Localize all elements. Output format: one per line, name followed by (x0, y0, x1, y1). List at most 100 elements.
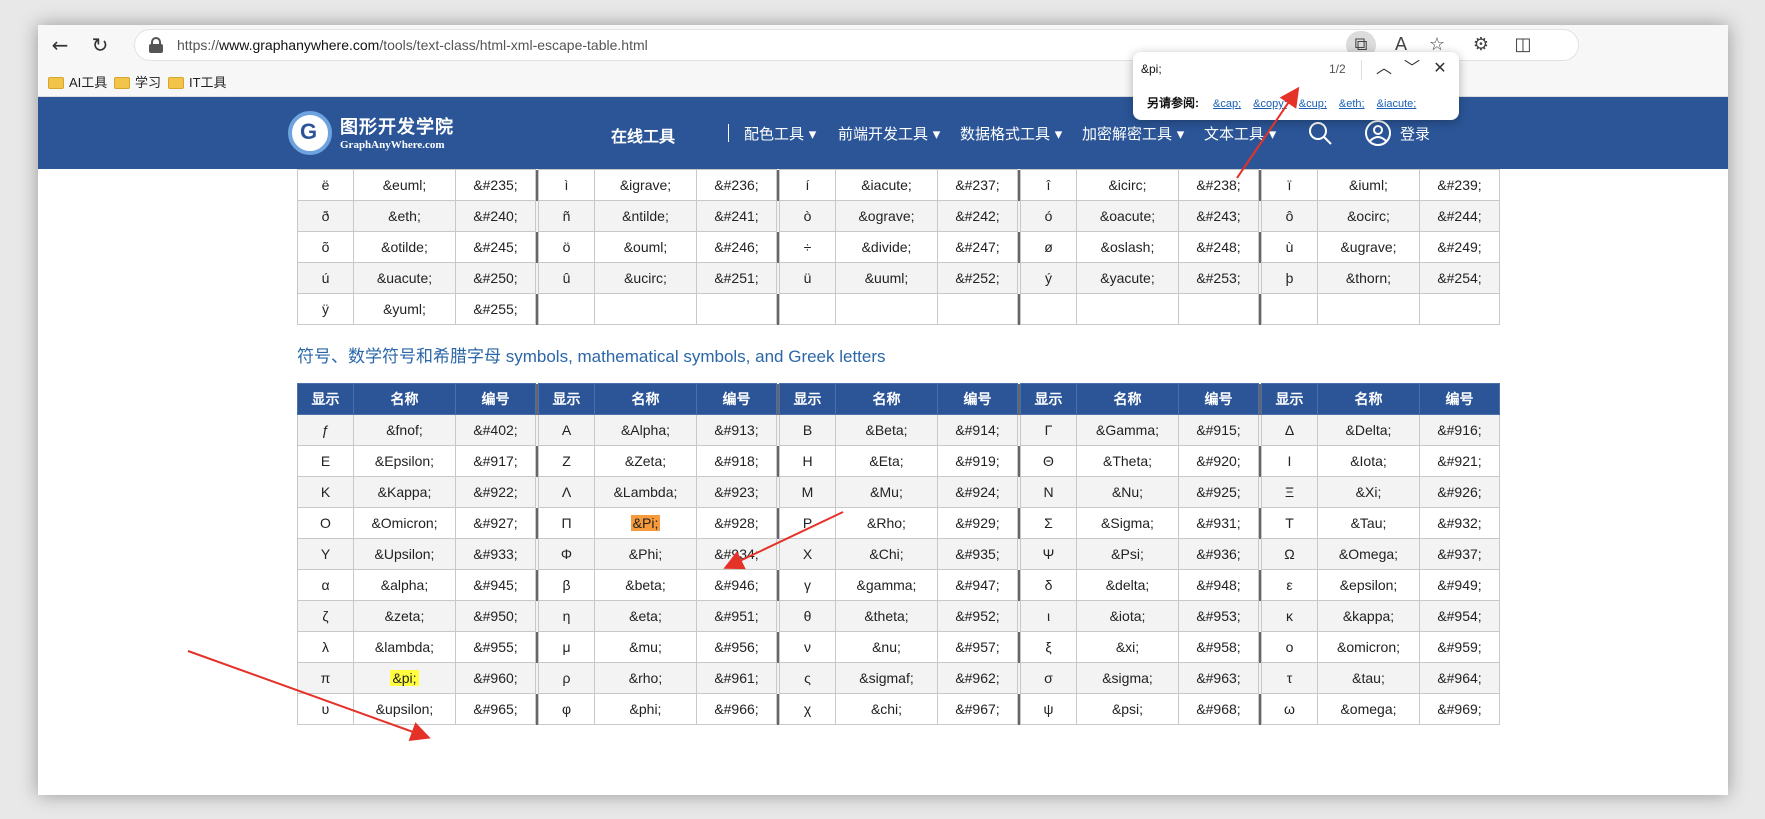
entity-name: &Mu; (835, 476, 938, 508)
entity-name: &theta; (835, 600, 938, 632)
entity-name: &lambda; (353, 631, 456, 663)
reload-icon[interactable]: ↻ (86, 31, 114, 59)
entity-number: &#249; (1419, 231, 1500, 263)
table-row: π &pi; &#960; ρ &rho; &#961; ς &sigmaf; &#962; σ &… (297, 662, 1500, 694)
entity-glyph: υ (297, 693, 354, 725)
entity-name: &ouml; (594, 231, 697, 263)
table-row: α &alpha; &#945; β &beta; &#946; γ &gamma; &#947… (297, 569, 1500, 601)
nav-crypto-tools[interactable]: 加密解密工具 ▾ (1082, 123, 1184, 144)
entity-glyph: Τ (1261, 507, 1318, 539)
entity-name: &sigmaf; (835, 662, 938, 694)
entity-name: &epsilon; (1317, 569, 1420, 601)
nav-data-format-tools[interactable]: 数据格式工具 ▾ (960, 123, 1062, 144)
nav-text-tools[interactable]: 文本工具 ▾ (1204, 123, 1276, 144)
entity-glyph: î (1020, 169, 1077, 201)
back-icon[interactable]: ← (46, 31, 74, 59)
entity-number: &#945; (455, 569, 536, 601)
see-also-link[interactable]: &cap; (1213, 98, 1241, 110)
entity-name: &Upsilon; (353, 538, 456, 570)
extensions-icon[interactable]: ⚙ (1466, 31, 1496, 59)
entity-glyph: ú (297, 262, 354, 294)
entity-glyph: ù (1261, 231, 1318, 263)
split-screen-icon[interactable]: ◫ (1508, 31, 1538, 59)
entity-number: &#949; (1419, 569, 1500, 601)
entity-number: &#963; (1178, 662, 1259, 694)
entity-number: &#924; (937, 476, 1018, 508)
entity-number: &#964; (1419, 662, 1500, 694)
folder-icon (114, 77, 130, 89)
entity-number: &#931; (1178, 507, 1259, 539)
entity-number: &#956; (696, 631, 777, 663)
latin-entity-table: ë &euml; &#235; ì &igrave; &#236; í &iacute; &#2… (297, 169, 1500, 325)
entity-glyph: ξ (1020, 631, 1077, 663)
entity-name: &alpha; (353, 569, 456, 601)
nav-color-tools[interactable]: 配色工具 ▾ (744, 123, 816, 144)
table-row: Ε &Epsilon; &#917; Ζ &Zeta; &#918; Η &Eta; &#919… (297, 445, 1500, 477)
column-header: 显示 (779, 383, 836, 415)
entity-number: &#922; (455, 476, 536, 508)
table-row: λ &lambda; &#955; μ &mu; &#956; ν &nu; &#957; ξ &x… (297, 631, 1500, 663)
entity-glyph: Υ (297, 538, 354, 570)
search-icon[interactable] (1306, 119, 1334, 147)
nav-online-tools[interactable]: 在线工具 (611, 123, 675, 147)
find-previous-icon[interactable]: ︿ (1371, 56, 1397, 82)
bookmark-folder[interactable]: 学习 (114, 72, 161, 91)
bookmark-folder[interactable]: IT工具 (168, 72, 227, 91)
entity-glyph: Θ (1020, 445, 1077, 477)
entity-number (1419, 293, 1500, 325)
logo-subtitle: GraphAnyWhere.com (340, 139, 445, 151)
entity-number: &#967; (937, 693, 1018, 725)
nav-login[interactable]: 登录 (1400, 123, 1430, 144)
column-header: 编号 (455, 383, 536, 415)
nav-frontend-tools[interactable]: 前端开发工具 ▾ (838, 123, 940, 144)
entity-number: &#927; (455, 507, 536, 539)
site-header: G 图形开发学院 GraphAnyWhere.com 在线工具 配色工具 ▾ 前… (38, 97, 1728, 169)
entity-name: &ntilde; (594, 200, 697, 232)
entity-number (696, 293, 777, 325)
entity-glyph: μ (538, 631, 595, 663)
bookmark-folder[interactable]: AI工具 (48, 72, 107, 91)
entity-glyph: κ (1261, 600, 1318, 632)
entity-number: &#916; (1419, 414, 1500, 446)
table-header-row: 显示 名称 编号 显示 名称 编号 显示 名称 编号 显示 名称 编号 显示 名称 编号 (297, 383, 1500, 415)
entity-number: &#950; (455, 600, 536, 632)
entity-number: &#955; (455, 631, 536, 663)
see-also-link[interactable]: &iacute; (1377, 98, 1417, 110)
entity-number: &#929; (937, 507, 1018, 539)
entity-number: &#936; (1178, 538, 1259, 570)
entity-glyph: ë (297, 169, 354, 201)
entity-glyph: ð (297, 200, 354, 232)
logo-icon[interactable]: G (288, 111, 332, 155)
see-also-link[interactable]: &cup; (1299, 98, 1327, 110)
entity-glyph: ζ (297, 600, 354, 632)
see-also-link[interactable]: &copy; (1253, 98, 1287, 110)
entity-name: &Alpha; (594, 414, 697, 446)
find-see-also: 另请参阅: &cap; &copy; &cup; &eth; &iacute; (1147, 94, 1428, 111)
entity-name: &yacute; (1076, 262, 1179, 294)
entity-glyph (1261, 293, 1318, 325)
entity-name (835, 293, 938, 325)
entity-glyph (1020, 293, 1077, 325)
find-next-icon[interactable]: ﹀ (1399, 56, 1425, 82)
entity-glyph: Ο (297, 507, 354, 539)
user-icon[interactable] (1364, 119, 1392, 147)
entity-number: &#247; (937, 231, 1018, 263)
entity-number: &#236; (696, 169, 777, 201)
url-text[interactable]: https://www.graphanywhere.com/tools/text… (177, 37, 648, 53)
entity-name: &Theta; (1076, 445, 1179, 477)
entity-glyph: ü (779, 262, 836, 294)
entity-glyph: û (538, 262, 595, 294)
entity-number: &#246; (696, 231, 777, 263)
entity-name: &kappa; (1317, 600, 1420, 632)
entity-number: &#969; (1419, 693, 1500, 725)
entity-glyph: Α (538, 414, 595, 446)
entity-number: &#918; (696, 445, 777, 477)
find-input[interactable]: &pi; (1141, 62, 1162, 76)
logo-title[interactable]: 图形开发学院 (340, 113, 454, 139)
entity-name: &phi; (594, 693, 697, 725)
entity-name: &Kappa; (353, 476, 456, 508)
see-also-link[interactable]: &eth; (1339, 98, 1365, 110)
find-close-icon[interactable]: ✕ (1427, 56, 1453, 82)
entity-name: &eth; (353, 200, 456, 232)
bookmarks-bar: AI工具 学习 IT工具 (38, 65, 1728, 97)
